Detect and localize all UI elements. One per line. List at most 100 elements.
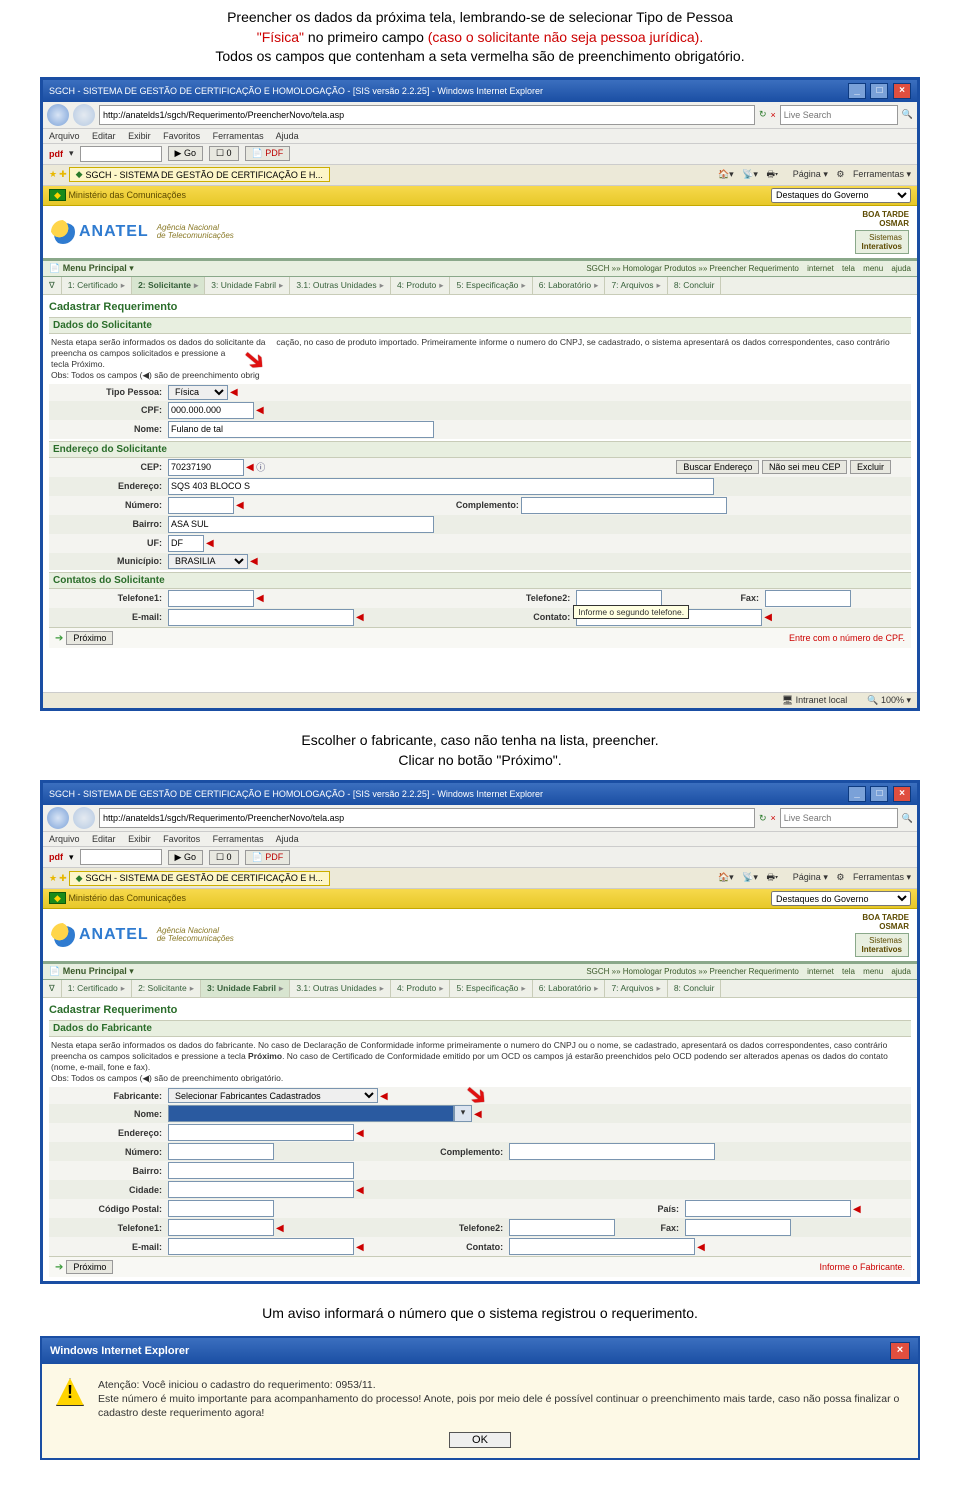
wf-certificado[interactable]: 1: Certificado▸: [62, 277, 132, 294]
feeds-icon[interactable]: 📡▾: [742, 872, 758, 882]
maximize-button[interactable]: □: [870, 83, 888, 99]
contato-fab-field[interactable]: [509, 1238, 695, 1255]
search-go-icon[interactable]: 🔍: [902, 109, 913, 120]
menu-principal-label[interactable]: Menu Principal: [63, 263, 127, 273]
browser-tab[interactable]: ◆ SGCH - SISTEMA DE GESTÃO DE CERTIFICAÇ…: [69, 871, 330, 886]
endereco-fab-field[interactable]: [168, 1124, 354, 1141]
cep-field[interactable]: [168, 459, 244, 476]
sistemas-box[interactable]: SistemasInterativos: [855, 230, 909, 254]
link-internet[interactable]: internet: [807, 264, 834, 273]
menu-ajuda[interactable]: Ajuda: [276, 131, 299, 141]
home-icon[interactable]: 🏠▾: [718, 872, 734, 882]
stop-icon[interactable]: ×: [771, 110, 776, 120]
wf-concluir[interactable]: 8: Concluir: [668, 277, 722, 294]
pdf-go-button[interactable]: ▶ Go: [168, 146, 203, 161]
wf-lab[interactable]: 6: Laboratório▸: [533, 980, 606, 997]
telefone2-fab-field[interactable]: [509, 1219, 615, 1236]
cidade-fab-field[interactable]: [168, 1181, 354, 1198]
wf-solicitante[interactable]: 2: Solicitante▸: [132, 980, 201, 997]
wf-unidade[interactable]: 3: Unidade Fabril▸: [205, 277, 290, 294]
pdf-dropdown[interactable]: [80, 849, 162, 865]
email-field[interactable]: [168, 609, 354, 626]
endereco-field[interactable]: [168, 478, 714, 495]
fax-fab-field[interactable]: [685, 1219, 791, 1236]
forward-button[interactable]: [73, 104, 95, 126]
close-button[interactable]: ×: [893, 786, 911, 802]
stop-icon[interactable]: ×: [771, 813, 776, 823]
tools-menu[interactable]: ⚙ Ferramentas ▾: [836, 169, 911, 179]
wf-solicitante[interactable]: 2: Solicitante▸: [132, 277, 205, 294]
menu-exibir[interactable]: Exibir: [128, 131, 151, 141]
wf-espec[interactable]: 5: Especificação▸: [450, 980, 532, 997]
wf-outras[interactable]: 3.1: Outras Unidades▸: [290, 277, 391, 294]
search-go-icon[interactable]: 🔍: [902, 813, 913, 824]
page-menu[interactable]: Página ▾: [787, 872, 828, 882]
back-button[interactable]: [47, 104, 69, 126]
feeds-icon[interactable]: 📡▾: [742, 169, 758, 179]
wf-arquivos[interactable]: 7: Arquivos▸: [605, 277, 667, 294]
search-field[interactable]: [780, 105, 898, 125]
forward-button[interactable]: [73, 807, 95, 829]
minimize-button[interactable]: _: [848, 83, 866, 99]
menu-editar[interactable]: Editar: [92, 131, 116, 141]
destaques-select[interactable]: Destaques do Governo: [771, 891, 911, 906]
wf-arquivos[interactable]: 7: Arquivos▸: [605, 980, 667, 997]
nome-field[interactable]: [168, 421, 434, 438]
print-icon[interactable]: 🖶▾: [766, 169, 778, 179]
wf-expand[interactable]: ∇: [43, 277, 62, 294]
favorites-star-icon[interactable]: ★: [49, 169, 57, 180]
alert-close-button[interactable]: ×: [890, 1342, 910, 1360]
wf-espec[interactable]: 5: Especificação▸: [450, 277, 532, 294]
menu-ajuda[interactable]: Ajuda: [276, 834, 299, 844]
close-button[interactable]: ×: [893, 83, 911, 99]
municipio-select[interactable]: BRASILIA: [168, 554, 248, 569]
pdf-pdf-button[interactable]: 📄 PDF: [245, 850, 291, 865]
wf-expand[interactable]: ∇: [43, 980, 62, 997]
numero-field[interactable]: [168, 497, 234, 514]
wf-unidade[interactable]: 3: Unidade Fabril▸: [201, 980, 290, 997]
nome-fabricante-field[interactable]: [168, 1105, 454, 1122]
sistemas-box[interactable]: SistemasInterativos: [855, 933, 909, 957]
maximize-button[interactable]: □: [870, 786, 888, 802]
favorites-star-icon[interactable]: ★: [49, 873, 57, 884]
fax-field[interactable]: [765, 590, 851, 607]
link-menu[interactable]: menu: [863, 264, 883, 273]
pdf-go-button[interactable]: ▶ Go: [168, 850, 203, 865]
pdf-dropdown[interactable]: [80, 146, 162, 162]
menu-favoritos[interactable]: Favoritos: [163, 834, 200, 844]
menu-exibir[interactable]: Exibir: [128, 834, 151, 844]
numero-fab-field[interactable]: [168, 1143, 274, 1160]
pais-field[interactable]: [685, 1200, 851, 1217]
nome-dropdown-arrow[interactable]: ▾: [454, 1105, 472, 1122]
nao-sei-cep-button[interactable]: Não sei meu CEP: [762, 460, 848, 474]
menu-editar[interactable]: Editar: [92, 834, 116, 844]
menu-ferramentas[interactable]: Ferramentas: [213, 131, 264, 141]
buscar-endereco-button[interactable]: Buscar Endereço: [676, 460, 759, 474]
browser-tab[interactable]: ◆ SGCH - SISTEMA DE GESTÃO DE CERTIFICAÇ…: [69, 167, 330, 182]
proximo-button[interactable]: Próximo: [66, 631, 113, 645]
destaques-select[interactable]: Destaques do Governo: [771, 188, 911, 203]
wf-produto[interactable]: 4: Produto▸: [391, 980, 451, 997]
print-icon[interactable]: 🖶▾: [766, 872, 778, 882]
telefone1-fab-field[interactable]: [168, 1219, 274, 1236]
telefone1-field[interactable]: [168, 590, 254, 607]
proximo-button[interactable]: Próximo: [66, 1260, 113, 1274]
bairro-field[interactable]: [168, 516, 434, 533]
codpostal-field[interactable]: [168, 1200, 274, 1217]
search-field[interactable]: [780, 808, 898, 828]
wf-produto[interactable]: 4: Produto▸: [391, 277, 451, 294]
back-button[interactable]: [47, 807, 69, 829]
tipo-pessoa-select[interactable]: Física: [168, 385, 228, 400]
refresh-icon[interactable]: ↻: [759, 813, 767, 824]
link-tela[interactable]: tela: [842, 264, 855, 273]
complemento-fab-field[interactable]: [509, 1143, 715, 1160]
menu-arquivo[interactable]: Arquivo: [49, 131, 80, 141]
pdf-pdf-button[interactable]: 📄 PDF: [245, 146, 291, 161]
wf-certificado[interactable]: 1: Certificado▸: [62, 980, 132, 997]
cep-help-icon[interactable]: ⓘ: [256, 462, 265, 472]
email-fab-field[interactable]: [168, 1238, 354, 1255]
wf-outras[interactable]: 3.1: Outras Unidades▸: [290, 980, 391, 997]
alert-ok-button[interactable]: OK: [449, 1432, 511, 1448]
tools-menu[interactable]: ⚙ Ferramentas ▾: [836, 872, 911, 882]
add-favorite-icon[interactable]: ✚: [59, 873, 67, 884]
